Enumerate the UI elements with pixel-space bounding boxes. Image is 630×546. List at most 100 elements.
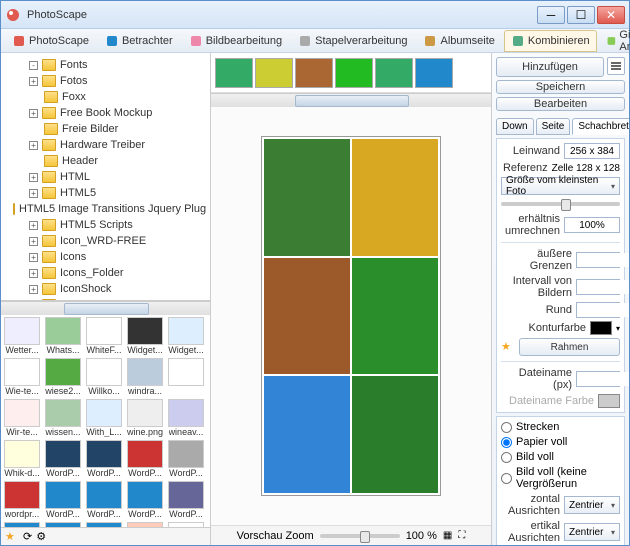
paper-full-radio[interactable]	[501, 437, 512, 448]
tree-item[interactable]: Header	[5, 153, 206, 169]
canvas-cell[interactable]	[352, 376, 438, 493]
tab-betrachter[interactable]: Betrachter	[98, 30, 180, 52]
settings-icon[interactable]: ⚙	[36, 530, 46, 543]
tree-item[interactable]: +Hardware Treiber	[5, 137, 206, 153]
tab-albumseite[interactable]: Albumseite	[416, 30, 501, 52]
contour-color-swatch[interactable]	[590, 321, 612, 335]
thumbnail-item[interactable]: wine.png	[126, 399, 164, 437]
subtab-down[interactable]: Down	[496, 118, 534, 135]
v-align-label: ertikal Ausrichten	[501, 520, 560, 544]
add-button[interactable]: Hinzufügen	[496, 57, 604, 77]
thumbnail-item[interactable]: WordP...	[85, 481, 123, 519]
thumbnail-item[interactable]: WordP...	[167, 440, 205, 478]
canvas-cell[interactable]	[264, 376, 350, 493]
tree-item[interactable]: +HTML	[5, 169, 206, 185]
thumbnail-item[interactable]: Whats...	[44, 317, 82, 355]
strip-thumb[interactable]	[255, 58, 293, 88]
size-slider[interactable]	[501, 202, 620, 206]
thumbnail-item[interactable]: WhiteF...	[85, 317, 123, 355]
image-full-radio[interactable]	[501, 452, 512, 463]
subtab-schachbrett[interactable]: Schachbrett	[572, 118, 629, 135]
stretch-radio[interactable]	[501, 422, 512, 433]
star-icon[interactable]: ★	[5, 530, 19, 544]
tab-kombinieren[interactable]: Kombinieren	[504, 30, 597, 52]
minimize-button[interactable]: ─	[537, 6, 565, 24]
refresh-icon[interactable]: ⟳	[23, 530, 32, 543]
thumbnail-item[interactable]: WordP...	[85, 440, 123, 478]
thumbnail-item[interactable]: WordP...	[126, 440, 164, 478]
thumbnail-item[interactable]: Willko...	[85, 358, 123, 396]
filename-color-swatch[interactable]	[598, 394, 620, 408]
tree-item[interactable]: +Icon_WRD-FREE	[5, 233, 206, 249]
maximize-button[interactable]: ☐	[567, 6, 595, 24]
thumbnail-item[interactable]	[167, 358, 205, 396]
round-spinner[interactable]: ▴▾	[576, 302, 620, 318]
tree-item[interactable]: Foxx	[5, 89, 206, 105]
strip-scrollbar[interactable]	[211, 93, 491, 107]
canvas-cell[interactable]	[352, 139, 438, 256]
thumbnail-item[interactable]: Whik-d...	[3, 440, 41, 478]
tree-item[interactable]: +HTML5	[5, 185, 206, 201]
tree-item[interactable]: +HTML5 Scripts	[5, 217, 206, 233]
thumbnail-item[interactable]: windra...	[126, 358, 164, 396]
tab-bildbearbeitung[interactable]: Bildbearbeitung	[182, 30, 289, 52]
tree-item[interactable]: +IconShock	[5, 281, 206, 297]
thumbnail-item[interactable]: wiese2...	[44, 358, 82, 396]
h-align-combo[interactable]: Zentrier	[564, 496, 620, 514]
contour-color-label: Konturfarbe	[501, 322, 586, 334]
thumbnail-item[interactable]: Wetter...	[3, 317, 41, 355]
thumbnail-item[interactable]: Widget...	[126, 317, 164, 355]
thumbnail-item[interactable]: With_L...	[85, 399, 123, 437]
strip-thumb[interactable]	[335, 58, 373, 88]
thumbnail-item[interactable]: WordP...	[126, 481, 164, 519]
fit-icon[interactable]: ⛶	[458, 530, 465, 541]
canvas-cell[interactable]	[264, 258, 350, 375]
strip-thumb[interactable]	[295, 58, 333, 88]
tab-stapelverarbeitung[interactable]: Stapelverarbeitung	[291, 30, 414, 52]
size-mode-combo[interactable]: Größe vom kleinsten Foto	[501, 177, 620, 195]
v-align-combo[interactable]: Zentrier	[564, 523, 620, 541]
thumbnail-item[interactable]: Wir-te...	[3, 399, 41, 437]
save-button[interactable]: Speichern	[496, 80, 625, 94]
subtab-seite[interactable]: Seite	[536, 118, 571, 135]
strip-thumb[interactable]	[415, 58, 453, 88]
tree-item[interactable]: +Fotos	[5, 73, 206, 89]
image-strip[interactable]	[211, 53, 491, 93]
strip-thumb[interactable]	[375, 58, 413, 88]
thumbnail-item[interactable]: wordpr...	[3, 481, 41, 519]
tree-scrollbar[interactable]	[1, 301, 210, 315]
frame-button[interactable]: Rahmen	[519, 338, 620, 356]
tree-item[interactable]: +Free Book Mockup	[5, 105, 206, 121]
menu-icon[interactable]	[607, 57, 625, 75]
thumbnail-item[interactable]: Widget...	[167, 317, 205, 355]
tree-item[interactable]: +Icons	[5, 249, 206, 265]
tree-item[interactable]: HTML5 Image Transitions Jquery Plug	[5, 201, 206, 217]
outer-border-spinner[interactable]: ▴▾	[576, 252, 620, 268]
edit-button[interactable]: Bearbeiten	[496, 97, 625, 111]
thumbnail-item[interactable]: WordP...	[167, 481, 205, 519]
tab-photoscape[interactable]: PhotoScape	[5, 30, 96, 52]
dropdown-icon[interactable]: ▾	[616, 324, 620, 333]
canvas-cell[interactable]	[264, 139, 350, 256]
checker-icon[interactable]: ▦	[443, 530, 452, 541]
thumbnail-item[interactable]: wineav...	[167, 399, 205, 437]
folder-tree[interactable]: -Fonts+FotosFoxx+Free Book MockupFreie B…	[1, 53, 210, 301]
tree-item[interactable]: -Fonts	[5, 57, 206, 73]
app-icon	[5, 7, 21, 23]
filename-px-spinner[interactable]: ▴▾	[576, 371, 620, 387]
thumbnail-item[interactable]: WordP...	[44, 440, 82, 478]
zoom-slider[interactable]	[320, 534, 400, 538]
tab-gif-animator[interactable]: Gif-Animator	[599, 25, 630, 57]
close-button[interactable]: ✕	[597, 6, 625, 24]
thumbnail-browser[interactable]: Wetter...Whats...WhiteF...Widget...Widge…	[1, 315, 210, 527]
tree-item[interactable]: Freie Bilder	[5, 121, 206, 137]
strip-thumb[interactable]	[215, 58, 253, 88]
image-full-nozoom-radio[interactable]	[501, 473, 512, 484]
interval-spinner[interactable]: ▴▾	[576, 279, 620, 295]
thumbnail-item[interactable]: WordP...	[44, 481, 82, 519]
canvas-cell[interactable]	[352, 258, 438, 375]
thumbnail-item[interactable]: Wie-te...	[3, 358, 41, 396]
tree-item[interactable]: +Icons_Folder	[5, 265, 206, 281]
thumbnail-item[interactable]: wissen...	[44, 399, 82, 437]
preview-canvas[interactable]	[211, 107, 491, 525]
